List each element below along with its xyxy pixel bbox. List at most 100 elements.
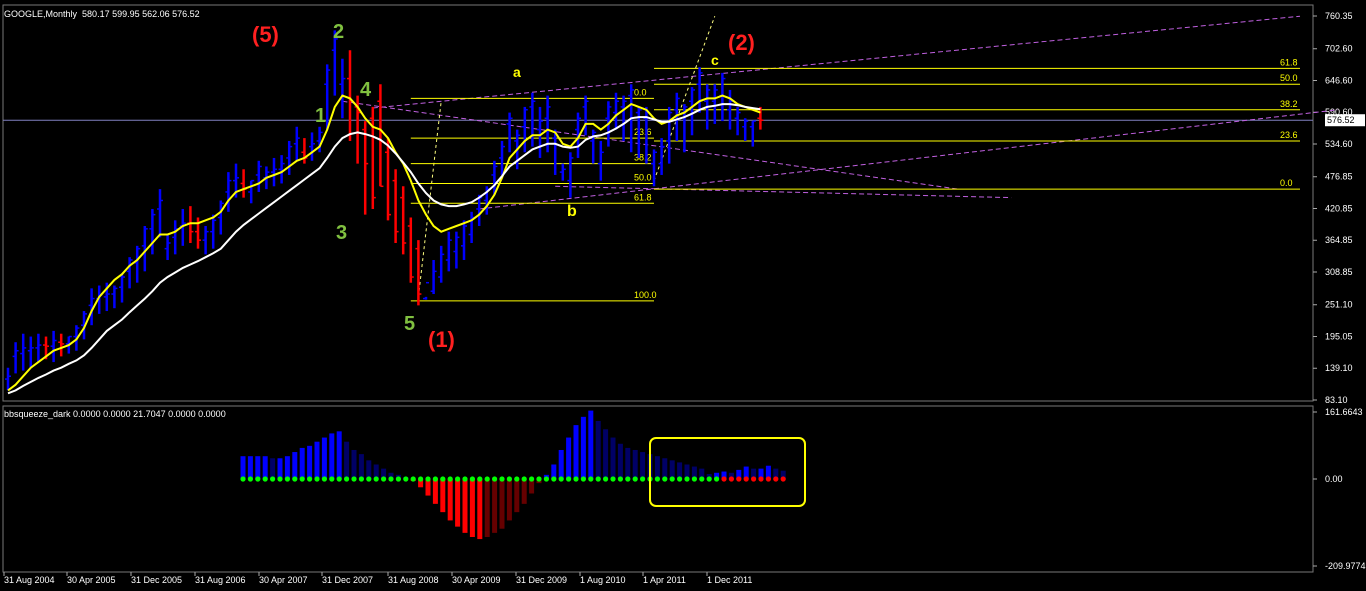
y-tick-label: 251.10: [1325, 300, 1353, 310]
histogram-bar: [588, 410, 594, 479]
histogram-bar: [292, 452, 298, 479]
histogram-bar: [358, 454, 364, 479]
x-tick-label: 31 Dec 2007: [322, 575, 373, 585]
squeeze-dot: [240, 476, 246, 482]
squeeze-dot: [751, 476, 757, 482]
squeeze-dot: [617, 476, 624, 482]
histogram-bar: [654, 456, 660, 479]
squeeze-dot: [610, 476, 616, 482]
histogram-bar: [477, 478, 483, 540]
histogram-bar: [366, 460, 372, 479]
squeeze-dot: [677, 476, 683, 482]
squeeze-dot: [714, 476, 720, 482]
squeeze-dot: [721, 476, 727, 482]
histogram-bar: [632, 449, 638, 479]
histogram-bar: [455, 478, 461, 527]
fib-level-label: 0.0: [1280, 178, 1293, 188]
wave-label: 1: [315, 105, 326, 127]
indicator-y-tick-label: -209.9774: [1325, 561, 1366, 571]
histogram-bar: [314, 441, 320, 479]
chart-window: GOOGLE,Monthly 580.17 599.95 562.06 576.…: [0, 0, 1366, 591]
squeeze-dot: [736, 476, 742, 482]
squeeze-dot: [558, 476, 564, 482]
wave-label: 4: [360, 79, 372, 101]
wave-label: 3: [336, 222, 347, 244]
histogram-bar: [240, 456, 246, 479]
wave-label: (1): [428, 327, 455, 352]
squeeze-dot: [654, 476, 661, 482]
squeeze-dot: [381, 476, 387, 482]
fib-level-label: 50.0: [634, 172, 652, 182]
y-tick-label: 139.10: [1325, 363, 1353, 373]
x-tick-label: 1 Apr 2011: [643, 575, 686, 585]
squeeze-dot: [447, 476, 453, 482]
x-tick-label: 31 Aug 2008: [388, 575, 439, 585]
fib-level-label: 100.0: [634, 290, 657, 300]
histogram-bar: [351, 449, 357, 479]
x-tick-label: 31 Aug 2004: [4, 575, 55, 585]
squeeze-dot: [603, 476, 609, 482]
histogram-bar: [580, 416, 586, 479]
x-tick-label: 30 Apr 2005: [67, 575, 116, 585]
squeeze-dot: [484, 476, 490, 482]
histogram-bar: [447, 478, 453, 521]
histogram-bar: [344, 441, 350, 479]
y-tick-label: 83.10: [1325, 395, 1348, 405]
squeeze-dot: [395, 476, 401, 482]
histogram-bar: [329, 433, 335, 479]
squeeze-dot: [543, 476, 550, 482]
histogram-bar: [432, 478, 438, 504]
wave-label: c: [711, 52, 719, 68]
histogram-bar: [499, 478, 505, 529]
squeeze-dot: [521, 476, 527, 482]
fib-level-label: 38.2: [634, 153, 652, 163]
price-chart: 760.35702.60646.60590.60534.60476.85420.…: [2, 4, 1366, 585]
squeeze-dot: [529, 476, 535, 482]
squeeze-dot: [358, 476, 364, 482]
squeeze-dot: [462, 476, 468, 482]
histogram-bar: [521, 478, 527, 504]
squeeze-dot: [299, 476, 305, 482]
histogram-bar: [573, 425, 579, 479]
squeeze-dot: [292, 476, 298, 482]
squeeze-dot: [366, 476, 372, 482]
fib-level-label: 61.8: [1280, 57, 1298, 67]
wave-label: 5: [404, 313, 415, 335]
fib-level-label: 23.6: [1280, 130, 1298, 140]
squeeze-dot: [758, 476, 764, 482]
x-tick-label: 30 Apr 2009: [452, 575, 501, 585]
histogram-bar: [255, 456, 261, 479]
y-tick-label: 534.60: [1325, 139, 1353, 149]
histogram-bar: [284, 456, 290, 479]
squeeze-dot: [351, 476, 357, 482]
squeeze-dot: [277, 476, 283, 482]
squeeze-dot: [573, 476, 579, 482]
x-tick-label: 31 Dec 2005: [131, 575, 182, 585]
squeeze-dot: [410, 476, 416, 482]
squeeze-dot: [284, 476, 290, 482]
squeeze-dot: [469, 476, 475, 482]
squeeze-dot: [506, 476, 512, 482]
histogram-bar: [321, 437, 327, 479]
squeeze-dot: [566, 476, 572, 482]
squeeze-dot: [728, 476, 735, 482]
squeeze-dot: [455, 476, 461, 482]
y-tick-label: 760.35: [1325, 11, 1353, 21]
squeeze-dot: [418, 476, 424, 482]
y-tick-label: 420.85: [1325, 203, 1353, 213]
wave-label: 2: [333, 21, 344, 43]
fib-level-label: 50.0: [1280, 73, 1298, 83]
squeeze-dot: [403, 476, 409, 482]
histogram-bar: [277, 458, 283, 479]
squeeze-dot: [344, 476, 350, 482]
trend-channel-line: [372, 15, 1301, 109]
squeeze-dot: [632, 476, 638, 482]
current-price-label: 576.52: [1327, 115, 1355, 125]
squeeze-dot: [765, 476, 772, 482]
x-tick-label: 1 Aug 2010: [580, 575, 626, 585]
histogram-bar: [262, 456, 268, 479]
histogram-bar: [469, 478, 475, 538]
fib-level-label: 61.8: [634, 192, 652, 202]
histogram-bar: [558, 449, 564, 479]
histogram-bar: [595, 420, 601, 479]
